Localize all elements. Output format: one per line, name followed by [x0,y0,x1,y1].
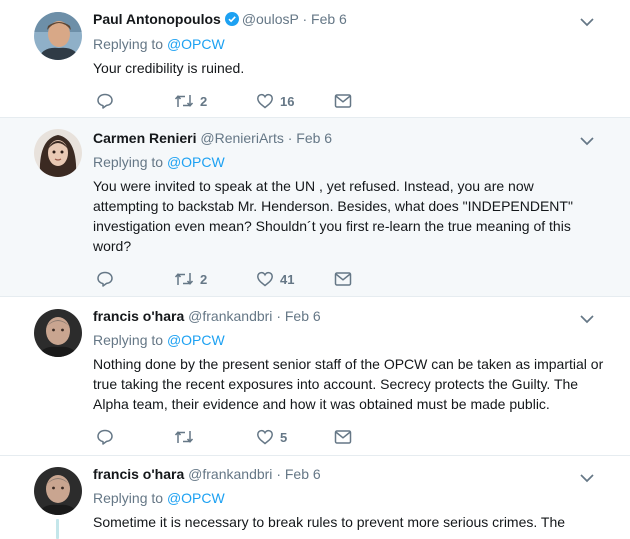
like-button[interactable]: 41 [256,269,294,289]
avatar[interactable] [34,129,82,177]
direct-message-button[interactable] [334,427,352,447]
reply-button[interactable] [96,269,114,289]
tweet-text: Your credibility is ruined. [93,60,245,76]
user-handle[interactable]: @frankandbri [188,466,272,482]
verified-badge-icon [224,11,239,31]
timestamp[interactable]: Feb 6 [311,11,347,27]
like-count: 41 [280,271,295,287]
display-name[interactable]: francis o'hara [93,308,184,324]
replying-to-link[interactable]: @OPCW [167,36,225,52]
avatar[interactable] [34,12,82,60]
tweet-header: Carmen Renieri @RenieriArts · Feb 6 [93,128,332,148]
direct-message-button[interactable] [334,91,352,111]
replying-to: Replying to @OPCW [93,34,225,54]
retweet-count: 2 [200,271,208,287]
tweet-header: francis o'hara @frankandbri · Feb 6 [93,306,321,326]
direct-message-button[interactable] [334,269,352,289]
tweet[interactable]: Carmen Renieri @RenieriArts · Feb 6 Repl… [0,118,630,297]
timestamp[interactable]: Feb 6 [296,130,332,146]
tweet[interactable]: francis o'hara @frankandbri · Feb 6 Repl… [0,456,630,539]
retweet-button[interactable] [174,427,194,447]
tweet-header: francis o'hara @frankandbri · Feb 6 [93,464,321,484]
chevron-down-icon[interactable] [579,14,595,30]
envelope-icon [334,429,352,445]
replying-to-label: Replying to [93,36,164,52]
like-button[interactable]: 5 [256,427,287,447]
replying-to-link[interactable]: @OPCW [167,332,225,348]
heart-icon [256,92,274,110]
user-handle[interactable]: @oulosP [242,11,299,27]
tweet-text: You were invited to speak at the UN , ye… [93,178,573,254]
like-count: 16 [280,93,295,109]
replying-to-label: Replying to [93,490,164,506]
like-button[interactable]: 16 [256,91,294,111]
retweet-icon [174,270,194,288]
user-handle[interactable]: @RenieriArts [200,130,283,146]
replying-to: Replying to @OPCW [93,488,225,508]
chevron-down-icon[interactable] [579,470,595,486]
tweet-actions: 2 41 [93,269,393,289]
avatar[interactable] [34,467,82,515]
separator-dot: · [287,130,293,146]
reply-icon [96,92,114,110]
tweet-text: Sometime it is necessary to break rules … [93,514,566,530]
reply-button[interactable] [96,427,114,447]
heart-icon [256,428,274,446]
envelope-icon [334,271,352,287]
chevron-down-icon[interactable] [579,311,595,327]
replying-to-link[interactable]: @OPCW [167,490,225,506]
tweet-header: Paul Antonopoulos @oulosP · Feb 6 [93,9,347,31]
display-name[interactable]: Carmen Renieri [93,130,196,146]
heart-icon [256,270,274,288]
retweet-button[interactable]: 2 [174,91,207,111]
retweet-icon [174,92,194,110]
replying-to: Replying to @OPCW [93,152,225,172]
timestamp[interactable]: Feb 6 [285,308,321,324]
display-name[interactable]: Paul Antonopoulos [93,11,221,27]
tweet[interactable]: Paul Antonopoulos @oulosP · Feb 6 Replyin… [0,0,630,118]
reply-icon [96,428,114,446]
retweet-button[interactable]: 2 [174,269,207,289]
separator-dot: · [302,11,308,27]
user-handle[interactable]: @frankandbri [188,308,272,324]
thread-line [56,519,59,539]
retweet-icon [174,428,194,446]
chevron-down-icon[interactable] [579,133,595,149]
tweet-text: Nothing done by the present senior staff… [93,356,604,412]
separator-dot: · [276,308,281,324]
avatar[interactable] [34,309,82,357]
replying-to: Replying to @OPCW [93,330,225,350]
replying-to-label: Replying to [93,154,164,170]
reply-button[interactable] [96,91,114,111]
display-name[interactable]: francis o'hara [93,466,184,482]
reply-icon [96,270,114,288]
envelope-icon [334,93,352,109]
replying-to-label: Replying to [93,332,164,348]
separator-dot: · [276,466,281,482]
tweet-actions: 2 16 [93,91,393,111]
tweet[interactable]: francis o'hara @frankandbri · Feb 6 Repl… [0,297,630,456]
tweet-actions: 5 [93,427,393,447]
replying-to-link[interactable]: @OPCW [167,154,225,170]
like-count: 5 [280,429,288,445]
timestamp[interactable]: Feb 6 [285,466,321,482]
retweet-count: 2 [200,93,208,109]
